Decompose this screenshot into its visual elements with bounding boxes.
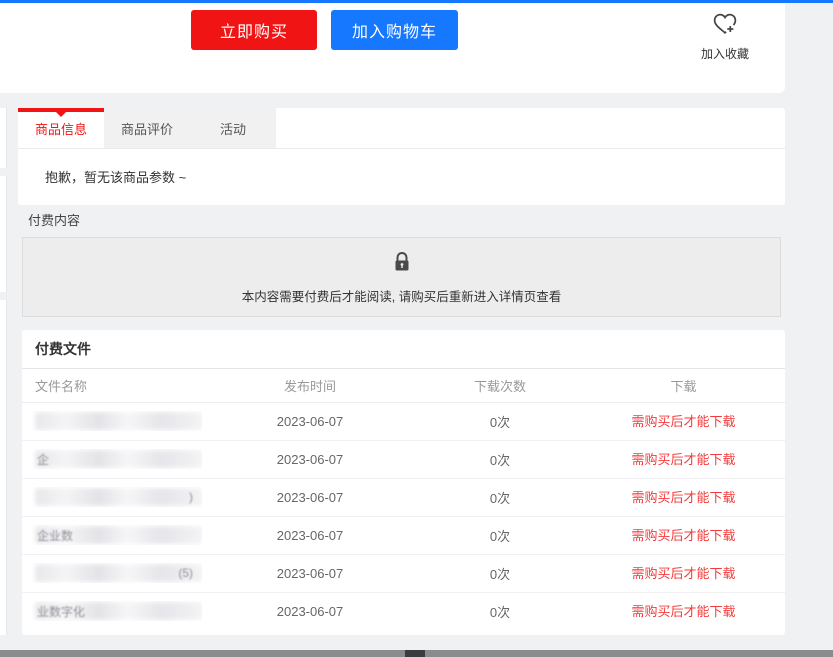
left-panel-gap xyxy=(0,168,7,176)
download-count: 0次 xyxy=(418,564,582,583)
download-link[interactable]: 需购买后才能下载 xyxy=(631,490,735,505)
tab-label: 商品信息 xyxy=(35,119,87,138)
publish-date: 2023-06-07 xyxy=(202,566,418,581)
download-count: 0次 xyxy=(418,488,582,507)
table-row: ) 2023-06-07 0次 需购买后才能下载 xyxy=(22,478,785,517)
redacted-filename: ) xyxy=(35,487,202,507)
publish-date: 2023-06-07 xyxy=(202,452,418,467)
tab-product-reviews[interactable]: 商品评价 xyxy=(104,108,190,148)
download-count: 0次 xyxy=(418,412,582,431)
buy-now-button[interactable]: 立即购买 xyxy=(191,10,317,50)
table-header-row: 文件名称 发布时间 下载次数 下载 xyxy=(22,368,785,403)
redacted-filename xyxy=(35,411,202,431)
no-params-message: 抱歉，暂无该商品参数 ~ xyxy=(45,148,186,204)
active-tab-notch xyxy=(56,112,66,117)
table-row: 企业数 2023-06-07 0次 需购买后才能下载 xyxy=(22,516,785,555)
col-header-count: 下载次数 xyxy=(418,376,582,395)
heart-plus-icon xyxy=(710,9,740,42)
lock-icon xyxy=(390,250,414,279)
publish-date: 2023-06-07 xyxy=(202,604,418,619)
download-link[interactable]: 需购买后才能下载 xyxy=(631,566,735,581)
download-link[interactable]: 需购买后才能下载 xyxy=(631,414,735,429)
download-link[interactable]: 需购买后才能下载 xyxy=(631,528,735,543)
download-link[interactable]: 需购买后才能下载 xyxy=(631,452,735,467)
publish-date: 2023-06-07 xyxy=(202,490,418,505)
col-header-download: 下载 xyxy=(582,376,785,395)
table-row: 企 2023-06-07 0次 需购买后才能下载 xyxy=(22,440,785,479)
paid-content-title: 付费内容 xyxy=(28,210,80,229)
paid-files-title: 付费文件 xyxy=(35,330,91,368)
tab-product-info[interactable]: 商品信息 xyxy=(18,108,104,148)
redacted-filename: 企 xyxy=(35,449,202,469)
tab-activity[interactable]: 活动 xyxy=(190,108,276,148)
download-link[interactable]: 需购买后才能下载 xyxy=(631,604,735,619)
table-row: 2023-06-07 0次 需购买后才能下载 xyxy=(22,402,785,441)
left-panel-gap xyxy=(0,292,7,300)
filename-fragment: 业数字化 xyxy=(35,603,202,620)
col-header-filename: 文件名称 xyxy=(22,376,202,395)
horizontal-scrollbar-thumb[interactable] xyxy=(405,650,425,657)
filename-fragment: 企 xyxy=(35,451,202,468)
redacted-filename: 企业数 xyxy=(35,525,202,545)
add-to-favorites-button[interactable]: 加入收藏 xyxy=(685,9,765,62)
redacted-filename: (5) xyxy=(35,563,202,583)
download-count: 0次 xyxy=(418,602,582,621)
filename-fragment: 企业数 xyxy=(35,527,202,544)
filename-fragment: ) xyxy=(35,490,202,504)
locked-content-box: 本内容需要付费后才能阅读, 请购买后重新进入详情页查看 xyxy=(22,237,781,317)
redaction-smear xyxy=(35,412,202,430)
paid-files-card: 付费文件 文件名称 发布时间 下载次数 下载 2023-06-07 0次 需购买… xyxy=(22,330,785,635)
action-bar: 立即购买 加入购物车 加入收藏 xyxy=(0,3,785,93)
redacted-filename: 业数字化 xyxy=(35,601,202,621)
publish-date: 2023-06-07 xyxy=(202,414,418,429)
product-info-card: 商品信息 商品评价 活动 抱歉，暂无该商品参数 ~ xyxy=(18,108,785,205)
locked-content-message: 本内容需要付费后才能阅读, 请购买后重新进入详情页查看 xyxy=(242,286,561,305)
product-detail-page: 立即购买 加入购物车 加入收藏 商品信息 商品评价 xyxy=(0,0,833,657)
download-count: 0次 xyxy=(418,526,582,545)
tab-label: 活动 xyxy=(220,119,246,138)
tab-label: 商品评价 xyxy=(121,119,173,138)
download-count: 0次 xyxy=(418,450,582,469)
table-row: 业数字化 2023-06-07 0次 需购买后才能下载 xyxy=(22,592,785,630)
publish-date: 2023-06-07 xyxy=(202,528,418,543)
left-panel-edge xyxy=(0,108,7,635)
table-row: (5) 2023-06-07 0次 需购买后才能下载 xyxy=(22,554,785,593)
col-header-date: 发布时间 xyxy=(202,376,418,395)
favorite-label: 加入收藏 xyxy=(701,45,749,62)
horizontal-scrollbar-track[interactable] xyxy=(0,650,833,657)
add-to-cart-button[interactable]: 加入购物车 xyxy=(331,10,458,50)
filename-fragment: (5) xyxy=(35,566,202,580)
detail-tabs: 商品信息 商品评价 活动 xyxy=(18,108,276,148)
